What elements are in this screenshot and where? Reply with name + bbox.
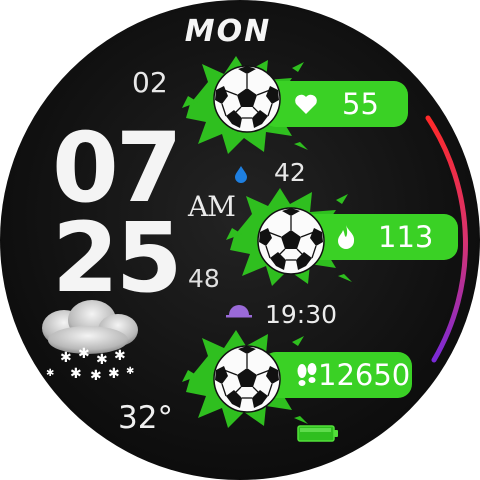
date-number: 02 <box>132 66 168 99</box>
svg-text:✱: ✱ <box>114 348 126 364</box>
svg-text:✱: ✱ <box>108 366 120 382</box>
svg-text:✱: ✱ <box>96 352 108 368</box>
battery-icon <box>297 425 338 442</box>
sunset-icon <box>226 305 252 318</box>
svg-text:✱: ✱ <box>70 366 82 382</box>
heart-rate-value: 55 <box>342 87 379 121</box>
heart-icon <box>295 94 317 114</box>
minute-digits[interactable]: 25 <box>52 210 183 306</box>
svg-text:✱: ✱ <box>60 350 72 366</box>
svg-text:✱: ✱ <box>78 346 90 362</box>
soccer-ball-icon <box>213 345 281 413</box>
soccer-ball-icon <box>213 65 281 133</box>
steps-value: 12650 <box>318 358 411 392</box>
seconds-digits: 48 <box>188 264 220 293</box>
watch-face: MON 02 07 25 AM 48 42 19:30 ✱ ✱ ✱ ✱ ✱ ✱ ✱ ✱ ✱ … <box>0 0 480 480</box>
water-drop-icon <box>235 166 247 183</box>
heart-rate-complication[interactable]: 55 <box>262 81 408 127</box>
flame-icon <box>338 225 355 249</box>
temperature-value: 32° <box>118 400 173 436</box>
sunset-time: 19:30 <box>265 300 338 329</box>
footprints-icon <box>297 363 317 386</box>
svg-text:✱: ✱ <box>126 366 134 377</box>
calories-value: 113 <box>378 220 434 254</box>
day-of-week: MON <box>184 14 272 49</box>
svg-text:✱: ✱ <box>90 368 102 384</box>
steps-complication[interactable]: 12650 <box>262 352 412 398</box>
snow-cloud-icon[interactable]: ✱ ✱ ✱ ✱✱ ✱ ✱✱ ✱ <box>34 298 142 390</box>
humidity-value: 42 <box>274 158 306 187</box>
svg-text:✱: ✱ <box>46 368 54 379</box>
soccer-ball-icon <box>257 207 325 275</box>
